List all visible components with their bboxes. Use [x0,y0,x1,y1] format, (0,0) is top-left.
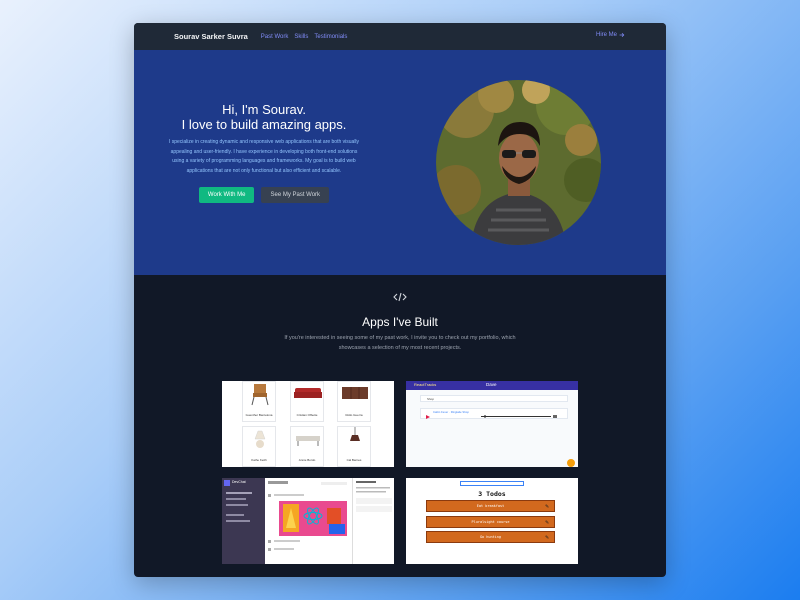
code-icon [393,292,407,302]
profile-photo [436,80,601,245]
hero-buttons: Work With Me See My Past Work [162,187,366,203]
hero-description: I specialize in creating dynamic and res… [168,139,360,174]
todo-label: Go hunting [479,535,502,539]
nav-link-testimonials[interactable]: Testimonials [314,34,347,40]
chat-main [265,478,352,564]
product-card: Guenther Barcelona [242,381,276,422]
chat-main-graphic [268,481,347,551]
delete-icon[interactable]: ✎ [545,535,551,541]
chair-icon [251,384,269,406]
hero-section: Hi, I'm Sourav. I love to build amazing … [134,50,666,275]
product-name: Guenther Barcelona [245,413,273,417]
hire-me-label: Hire Me [595,32,617,38]
music-app-name: ReactTracks [414,382,437,387]
sofa-icon [294,388,322,398]
track-row[interactable]: Cabin Fever · Ringtaile Shop [420,408,568,419]
navbar: Sourav Sarker Suvra Past Work Skills Tes… [134,23,666,50]
product-name: Kathe Keith [251,458,267,462]
site-brand[interactable]: Sourav Sarker Suvra [174,32,248,41]
project-furniture-shop[interactable]: Guenther Barcelona Cristian Ofbette Roll… [222,381,394,467]
todo-item[interactable]: Go hunting ✎ [426,531,555,543]
browser-window: Sourav Sarker Suvra Past Work Skills Tes… [134,23,666,577]
chat-info-graphic [356,481,392,512]
apps-title: Apps I've Built [362,315,438,329]
product-name: Rollo Guerra [345,413,363,417]
product-card: Kathe Keith [242,426,276,467]
product-card: Cal Barnes [337,426,371,467]
lamp-icon [254,430,266,448]
product-name: Cal Barnes [346,458,362,462]
see-past-work-button[interactable]: See My Past Work [261,187,330,203]
project-react-tracks[interactable]: ReactTracks Dave Shop Cabin Fever · Ring… [406,381,578,467]
nav-link-skills[interactable]: Skills [294,34,308,40]
chat-sidebar-graphic [224,480,252,522]
product-card: Rollo Guerra [337,381,371,422]
todo-item[interactable]: Pluralsight course ✎ [426,516,555,528]
hero-title-line1: Hi, I'm Sourav. [222,102,306,117]
delete-icon[interactable]: ✎ [545,520,551,526]
track-title: Cabin Fever · Ringtaile Shop [433,410,469,414]
project-dev-chat[interactable]: DevChat [222,478,394,564]
hero-text: Hi, I'm Sourav. I love to build amazing … [162,102,366,203]
apps-description: If you're interested in seeing some of m… [284,335,516,351]
cabinet-icon [342,387,368,399]
work-with-me-button[interactable]: Work With Me [198,187,255,203]
todo-label: Eat breakfast [476,504,505,508]
apps-section: Apps I've Built If you're interested in … [134,275,666,577]
chat-sidebar: DevChat [222,478,265,564]
product-card: Cristian Ofbette [290,381,324,422]
delete-icon[interactable]: ✎ [545,504,551,510]
todo-item[interactable]: Eat breakfast ✎ [426,500,555,512]
music-app-user: Dave [486,382,497,387]
todo-label: Pluralsight course [471,520,510,524]
product-name: Annie Bordo [298,458,316,462]
chat-brand: DevChat [232,480,246,484]
project-todos[interactable]: 3 Todos Eat breakfast ✎ Pluralsight cour… [406,478,578,564]
nav-links: Past Work Skills Testimonials [261,34,348,40]
nav-link-past-work[interactable]: Past Work [261,34,289,40]
pendant-lamp-icon [350,427,360,441]
music-app-header: ReactTracks Dave [406,381,578,390]
music-search-input[interactable]: Shop [420,395,568,402]
add-track-button[interactable] [567,459,575,467]
chat-info-panel [352,478,394,564]
product-card: Annie Bordo [290,426,324,467]
hire-me-link[interactable]: Hire Me [596,32,625,38]
todos-title: 3 Todos [478,490,506,498]
arrow-right-icon [619,32,625,38]
hero-title: Hi, I'm Sourav. I love to build amazing … [162,102,366,132]
hero-title-line2: I love to build amazing apps. [181,117,347,132]
todo-input[interactable] [460,481,524,486]
bench-icon [296,436,320,446]
product-name: Cristian Ofbette [296,413,318,417]
